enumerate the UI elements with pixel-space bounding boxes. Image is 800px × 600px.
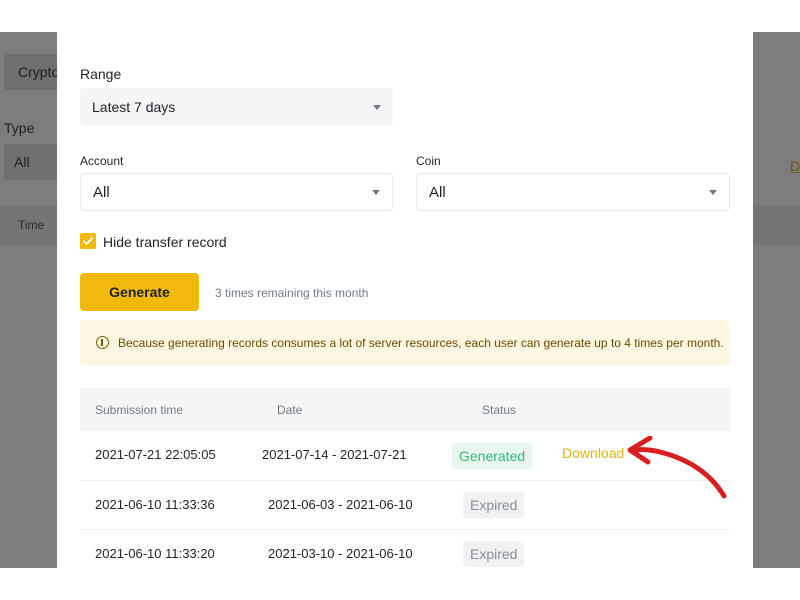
account-select[interactable]: All [80,173,393,211]
header-submission-time: Submission time [95,403,184,417]
notice-banner: Because generating records consumes a lo… [80,320,730,365]
range-select-value: Latest 7 days [92,99,176,115]
chevron-down-icon [373,104,381,110]
chevron-down-icon [709,189,717,195]
cell-date: 2021-07-14 - 2021-07-21 [262,447,407,462]
coin-select[interactable]: All [416,173,730,211]
cell-submission-time: 2021-06-10 11:33:36 [95,497,215,512]
account-select-value: All [93,183,110,201]
info-icon [96,336,109,349]
cell-submission-time: 2021-07-21 22:05:05 [95,447,216,462]
cell-date: 2021-06-03 - 2021-06-10 [268,497,413,512]
account-label: Account [80,154,124,168]
range-label: Range [80,66,122,82]
checkmark-icon [83,237,93,245]
header-date: Date [277,403,303,417]
annotation-arrow-icon [627,436,727,499]
coin-select-value: All [429,183,446,201]
download-link[interactable]: Download [562,445,624,461]
hide-transfer-label[interactable]: Hide transfer record [103,234,227,250]
bg-right-link: D [790,158,800,174]
cell-date: 2021-03-10 - 2021-06-10 [268,546,413,561]
remaining-count-text: 3 times remaining this month [215,286,369,300]
bg-time-header: Time [18,218,45,232]
notice-text: Because generating records consumes a lo… [118,335,724,350]
chevron-down-icon [372,189,380,195]
header-status: Status [482,403,517,417]
hide-transfer-checkbox[interactable] [80,233,96,249]
status-badge: Generated [452,443,533,469]
status-badge: Expired [463,492,525,518]
range-select[interactable]: Latest 7 days [80,88,393,126]
generate-button[interactable]: Generate [80,273,199,311]
table-row: 2021-06-10 11:33:20 2021-03-10 - 2021-06… [80,530,730,568]
status-badge: Expired [463,541,525,567]
coin-label: Coin [416,154,441,168]
cell-submission-time: 2021-06-10 11:33:20 [95,546,215,561]
bg-type-label: Type [4,120,35,136]
table-header: Submission time Date Status [80,388,730,431]
